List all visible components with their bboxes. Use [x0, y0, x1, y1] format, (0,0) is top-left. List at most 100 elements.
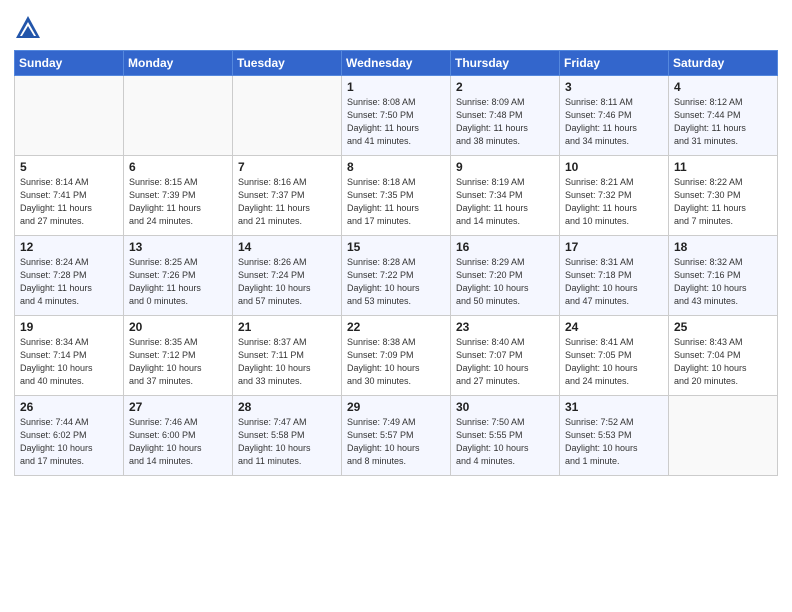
day-cell-13: 13Sunrise: 8:25 AM Sunset: 7:26 PM Dayli…	[124, 236, 233, 316]
day-info: Sunrise: 8:21 AM Sunset: 7:32 PM Dayligh…	[565, 176, 663, 228]
day-number: 15	[347, 240, 445, 254]
day-number: 14	[238, 240, 336, 254]
day-cell-7: 7 Sunrise: 8:16 AM Sunset: 7:37 PM Daylig…	[233, 156, 342, 236]
day-info: Sunrise: 8:29 AM Sunset: 7:20 PM Dayligh…	[456, 256, 554, 308]
day-number: 22	[347, 320, 445, 334]
day-info: Sunrise: 8:08 AM Sunset: 7:50 PM Dayligh…	[347, 96, 445, 148]
day-number: 28	[238, 400, 336, 414]
day-info: Sunrise: 8:43 AM Sunset: 7:04 PM Dayligh…	[674, 336, 772, 388]
day-number: 18	[674, 240, 772, 254]
weekday-wednesday: Wednesday	[342, 51, 451, 76]
day-info: Sunrise: 8:37 AM Sunset: 7:11 PM Dayligh…	[238, 336, 336, 388]
day-number: 4	[674, 80, 772, 94]
day-number: 1	[347, 80, 445, 94]
day-info: Sunrise: 8:38 AM Sunset: 7:09 PM Dayligh…	[347, 336, 445, 388]
logo	[14, 14, 46, 42]
day-cell-5: 5 Sunrise: 8:14 AM Sunset: 7:41 PM Daylig…	[15, 156, 124, 236]
day-info: Sunrise: 7:47 AM Sunset: 5:58 PM Dayligh…	[238, 416, 336, 468]
weekday-header-row: SundayMondayTuesdayWednesdayThursdayFrid…	[15, 51, 778, 76]
weekday-saturday: Saturday	[669, 51, 778, 76]
day-number: 10	[565, 160, 663, 174]
day-number: 31	[565, 400, 663, 414]
day-cell-17: 17 Sunrise: 8:31 AM Sunset: 7:18 PM Dayli…	[560, 236, 669, 316]
day-cell-15: 15 Sunrise: 8:28 AM Sunset: 7:22 PM Dayli…	[342, 236, 451, 316]
day-number: 27	[129, 400, 227, 414]
day-info: Sunrise: 8:09 AM Sunset: 7:48 PM Dayligh…	[456, 96, 554, 148]
day-cell-9: 9Sunrise: 8:19 AM Sunset: 7:34 PM Daylig…	[451, 156, 560, 236]
day-number: 23	[456, 320, 554, 334]
weekday-monday: Monday	[124, 51, 233, 76]
day-number: 7	[238, 160, 336, 174]
weekday-tuesday: Tuesday	[233, 51, 342, 76]
day-info: Sunrise: 8:32 AM Sunset: 7:16 PM Dayligh…	[674, 256, 772, 308]
day-number: 26	[20, 400, 118, 414]
day-number: 16	[456, 240, 554, 254]
day-info: Sunrise: 8:24 AM Sunset: 7:28 PM Dayligh…	[20, 256, 118, 308]
day-number: 5	[20, 160, 118, 174]
empty-cell	[669, 396, 778, 476]
day-cell-20: 20 Sunrise: 8:35 AM Sunset: 7:12 PM Dayli…	[124, 316, 233, 396]
day-number: 2	[456, 80, 554, 94]
day-info: Sunrise: 8:14 AM Sunset: 7:41 PM Dayligh…	[20, 176, 118, 228]
day-number: 25	[674, 320, 772, 334]
day-info: Sunrise: 8:11 AM Sunset: 7:46 PM Dayligh…	[565, 96, 663, 148]
empty-cell	[15, 76, 124, 156]
day-cell-27: 27Sunrise: 7:46 AM Sunset: 6:00 PM Dayli…	[124, 396, 233, 476]
day-cell-30: 30Sunrise: 7:50 AM Sunset: 5:55 PM Dayli…	[451, 396, 560, 476]
day-info: Sunrise: 8:26 AM Sunset: 7:24 PM Dayligh…	[238, 256, 336, 308]
day-info: Sunrise: 8:12 AM Sunset: 7:44 PM Dayligh…	[674, 96, 772, 148]
week-row-4: 19Sunrise: 8:34 AM Sunset: 7:14 PM Dayli…	[15, 316, 778, 396]
day-cell-18: 18 Sunrise: 8:32 AM Sunset: 7:16 PM Dayli…	[669, 236, 778, 316]
day-number: 9	[456, 160, 554, 174]
day-info: Sunrise: 8:40 AM Sunset: 7:07 PM Dayligh…	[456, 336, 554, 388]
empty-cell	[233, 76, 342, 156]
day-number: 3	[565, 80, 663, 94]
day-cell-4: 4 Sunrise: 8:12 AM Sunset: 7:44 PM Daylig…	[669, 76, 778, 156]
day-number: 12	[20, 240, 118, 254]
week-row-3: 12 Sunrise: 8:24 AM Sunset: 7:28 PM Dayli…	[15, 236, 778, 316]
day-info: Sunrise: 8:15 AM Sunset: 7:39 PM Dayligh…	[129, 176, 227, 228]
logo-icon	[14, 14, 42, 42]
day-cell-14: 14 Sunrise: 8:26 AM Sunset: 7:24 PM Dayli…	[233, 236, 342, 316]
day-cell-16: 16 Sunrise: 8:29 AM Sunset: 7:20 PM Dayli…	[451, 236, 560, 316]
week-row-5: 26 Sunrise: 7:44 AM Sunset: 6:02 PM Dayli…	[15, 396, 778, 476]
day-number: 20	[129, 320, 227, 334]
day-cell-11: 11Sunrise: 8:22 AM Sunset: 7:30 PM Dayli…	[669, 156, 778, 236]
weekday-sunday: Sunday	[15, 51, 124, 76]
day-cell-8: 8Sunrise: 8:18 AM Sunset: 7:35 PM Daylig…	[342, 156, 451, 236]
day-cell-28: 28 Sunrise: 7:47 AM Sunset: 5:58 PM Dayli…	[233, 396, 342, 476]
day-cell-1: 1 Sunrise: 8:08 AM Sunset: 7:50 PM Daylig…	[342, 76, 451, 156]
day-number: 13	[129, 240, 227, 254]
day-cell-29: 29 Sunrise: 7:49 AM Sunset: 5:57 PM Dayli…	[342, 396, 451, 476]
day-cell-26: 26 Sunrise: 7:44 AM Sunset: 6:02 PM Dayli…	[15, 396, 124, 476]
day-number: 30	[456, 400, 554, 414]
day-number: 24	[565, 320, 663, 334]
day-info: Sunrise: 8:18 AM Sunset: 7:35 PM Dayligh…	[347, 176, 445, 228]
day-info: Sunrise: 8:31 AM Sunset: 7:18 PM Dayligh…	[565, 256, 663, 308]
day-info: Sunrise: 8:35 AM Sunset: 7:12 PM Dayligh…	[129, 336, 227, 388]
day-info: Sunrise: 7:52 AM Sunset: 5:53 PM Dayligh…	[565, 416, 663, 468]
day-cell-3: 3 Sunrise: 8:11 AM Sunset: 7:46 PM Daylig…	[560, 76, 669, 156]
day-cell-23: 23 Sunrise: 8:40 AM Sunset: 7:07 PM Dayli…	[451, 316, 560, 396]
day-number: 29	[347, 400, 445, 414]
day-cell-19: 19Sunrise: 8:34 AM Sunset: 7:14 PM Dayli…	[15, 316, 124, 396]
day-cell-21: 21Sunrise: 8:37 AM Sunset: 7:11 PM Dayli…	[233, 316, 342, 396]
day-cell-10: 10 Sunrise: 8:21 AM Sunset: 7:32 PM Dayli…	[560, 156, 669, 236]
day-cell-31: 31 Sunrise: 7:52 AM Sunset: 5:53 PM Dayli…	[560, 396, 669, 476]
day-number: 6	[129, 160, 227, 174]
day-cell-2: 2 Sunrise: 8:09 AM Sunset: 7:48 PM Daylig…	[451, 76, 560, 156]
day-info: Sunrise: 7:44 AM Sunset: 6:02 PM Dayligh…	[20, 416, 118, 468]
empty-cell	[124, 76, 233, 156]
day-info: Sunrise: 8:28 AM Sunset: 7:22 PM Dayligh…	[347, 256, 445, 308]
day-cell-6: 6 Sunrise: 8:15 AM Sunset: 7:39 PM Daylig…	[124, 156, 233, 236]
day-info: Sunrise: 8:34 AM Sunset: 7:14 PM Dayligh…	[20, 336, 118, 388]
day-info: Sunrise: 8:41 AM Sunset: 7:05 PM Dayligh…	[565, 336, 663, 388]
page-header	[14, 10, 778, 42]
weekday-thursday: Thursday	[451, 51, 560, 76]
day-cell-12: 12 Sunrise: 8:24 AM Sunset: 7:28 PM Dayli…	[15, 236, 124, 316]
day-info: Sunrise: 8:16 AM Sunset: 7:37 PM Dayligh…	[238, 176, 336, 228]
day-info: Sunrise: 7:49 AM Sunset: 5:57 PM Dayligh…	[347, 416, 445, 468]
day-cell-24: 24 Sunrise: 8:41 AM Sunset: 7:05 PM Dayli…	[560, 316, 669, 396]
day-number: 17	[565, 240, 663, 254]
weekday-friday: Friday	[560, 51, 669, 76]
